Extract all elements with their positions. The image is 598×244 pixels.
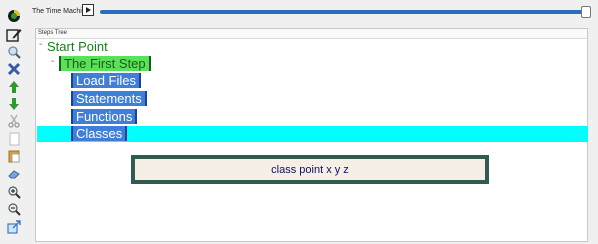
collapse-first-step-icon[interactable]: - xyxy=(51,56,54,67)
tree-node-statements[interactable]: Statements xyxy=(71,91,147,106)
move-up-icon[interactable] xyxy=(5,79,23,95)
edit-icon[interactable] xyxy=(5,27,23,43)
tree-node-classes[interactable]: Classes xyxy=(71,126,128,141)
steps-tree-panel: Steps Tree - Start Point - The First Ste… xyxy=(35,28,588,242)
tree-node-functions[interactable]: Functions xyxy=(71,109,138,124)
external-icon[interactable] xyxy=(5,219,23,235)
slider-handle[interactable] xyxy=(581,6,591,18)
paste-icon[interactable] xyxy=(5,148,23,164)
play-button[interactable] xyxy=(82,4,94,16)
left-toolbar xyxy=(0,0,30,244)
zoom-out-icon[interactable] xyxy=(5,201,23,217)
time-machine-bar: The Time Machine xyxy=(30,0,598,26)
time-slider[interactable] xyxy=(100,10,585,14)
eraser-icon[interactable] xyxy=(5,166,23,182)
code-popup: class point x y z xyxy=(131,155,489,184)
move-down-icon[interactable] xyxy=(5,96,23,112)
tree-node-first-step[interactable]: The First Step xyxy=(59,56,151,71)
tree-node-load-files[interactable]: Load Files xyxy=(71,73,141,88)
search-icon[interactable] xyxy=(5,44,23,60)
delete-icon[interactable] xyxy=(5,61,23,77)
tree-node-start-point[interactable]: Start Point xyxy=(47,39,108,54)
steps-tree-header: Steps Tree xyxy=(36,29,587,39)
play-icon xyxy=(86,7,91,13)
copy-icon[interactable] xyxy=(5,131,23,147)
cut-icon[interactable] xyxy=(5,113,23,129)
time-machine-label: The Time Machine xyxy=(32,8,90,15)
logo-icon[interactable] xyxy=(5,8,23,24)
zoom-in-icon[interactable] xyxy=(5,184,23,200)
code-popup-text: class point x y z xyxy=(135,159,485,180)
collapse-root-icon[interactable]: - xyxy=(39,39,42,50)
